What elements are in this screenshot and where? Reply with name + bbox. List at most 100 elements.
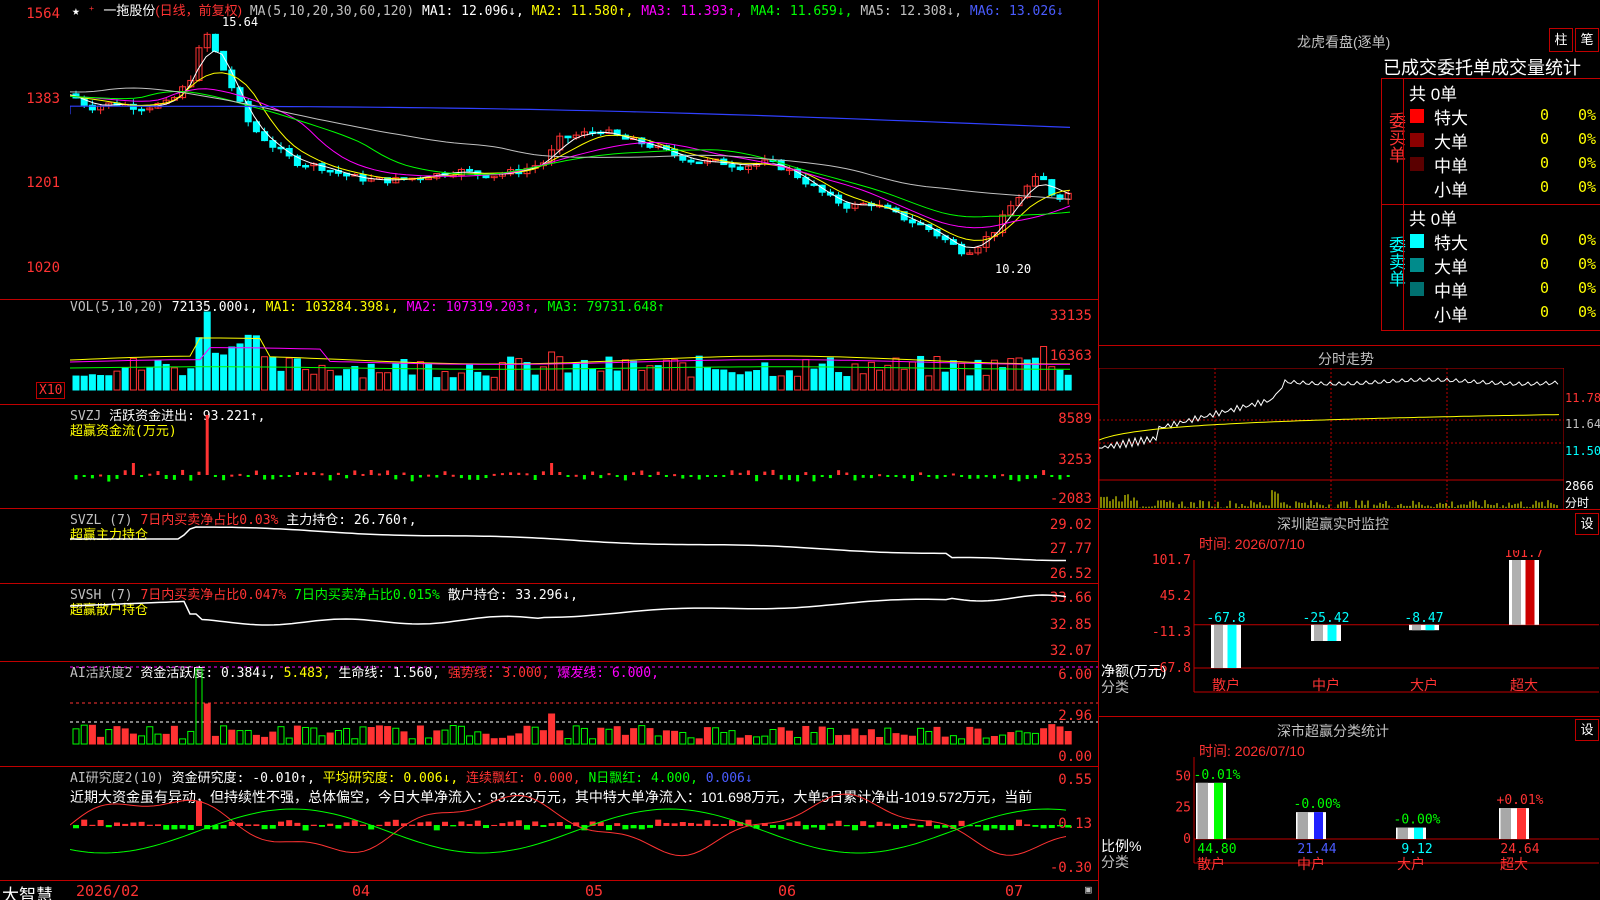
volume-bar <box>785 370 793 391</box>
svzj-bar <box>1033 475 1037 479</box>
volume-bar <box>794 375 802 391</box>
svzj-bar <box>402 472 406 475</box>
activity-bar <box>908 735 916 745</box>
fenshi-panel[interactable]: 分时走势 11.78 11.64 11.50 2866 分时 <box>1099 345 1600 510</box>
svzj-bar <box>500 473 504 476</box>
volume-bar <box>982 374 990 391</box>
research-bar <box>827 823 834 826</box>
svzj-bar <box>779 475 783 480</box>
monitor-chart[interactable]: 101.745.2-11.3-67.8-67.8散户-25.42中户-8.47大… <box>1099 550 1600 717</box>
classify-bar-accent <box>1214 782 1223 839</box>
volume-bar <box>269 357 277 391</box>
svsh-chart[interactable] <box>70 584 1098 662</box>
ai-activity-chart[interactable] <box>70 662 1098 767</box>
activity-bar <box>1023 732 1031 745</box>
volume-bar <box>408 374 416 391</box>
monitor-bar-shade <box>1314 624 1323 641</box>
volume-pane[interactable]: 33135 16363 X10 VOL(5,10,20) 72135.000↓,… <box>0 300 1098 405</box>
research-bar <box>138 821 145 826</box>
classify-bar-shade <box>1297 812 1308 839</box>
classify-panel[interactable]: 深市超赢分类统计 设 时间: 2026/07/10 7550250-0.01%4… <box>1099 717 1600 900</box>
lhb-tick-toggle[interactable]: 笔 <box>1575 28 1599 52</box>
kline-chart[interactable] <box>70 0 1098 300</box>
svzj-bar <box>812 475 816 482</box>
svzl-chart[interactable] <box>70 509 1098 584</box>
svzj-bar <box>320 473 324 476</box>
classify-settings-button[interactable]: 设 <box>1575 719 1599 741</box>
volume-bar <box>121 367 129 391</box>
monitor-category-label: 大户 <box>1410 677 1438 693</box>
volume-chart[interactable] <box>70 300 1098 405</box>
activity-bar <box>630 728 638 745</box>
svzj-pane[interactable]: 8589 3253 -2083 SVZJ 活跃资金进出: 93.221↑, 超赢… <box>0 405 1098 509</box>
brand-logo[interactable]: 大智慧 <box>2 881 53 900</box>
activity-bar <box>343 727 351 745</box>
volume-bar <box>531 374 539 391</box>
ai-activity-pane[interactable]: 6.00 2.96 0.00 AI活跃度2 资金活跃度: 0.384↓, 5.4… <box>0 662 1098 767</box>
fenshi-avg-line <box>1099 414 1560 441</box>
activity-bar <box>941 736 949 745</box>
classify-delta-label: +0.01% <box>1497 793 1544 808</box>
activity-bar <box>466 735 474 745</box>
svzj-bar <box>279 475 283 477</box>
lhb-row-name: 特大 <box>1434 234 1468 253</box>
activity-bar <box>1048 724 1056 745</box>
scroll-lock-icon[interactable]: ▣ <box>1085 883 1092 896</box>
volume-bar <box>835 372 843 391</box>
activity-bar <box>777 727 785 745</box>
classify-chart[interactable]: 7550250-0.01%44.80散户-0.00%21.44中户-0.00%9… <box>1099 757 1600 900</box>
svzl-pane[interactable]: 29.02 27.77 26.52 SVZL (7) 7日内买卖净占比0.03%… <box>0 509 1098 584</box>
svzj-bar <box>623 475 627 481</box>
lhb-bar-toggle[interactable]: 柱 <box>1549 28 1573 52</box>
lhb-subtitle: 已成交委托单成交量统计 <box>1383 58 1581 78</box>
activity-bar <box>449 725 457 745</box>
svzj-bar <box>787 475 791 481</box>
volume-bar <box>490 376 498 391</box>
volume-bar <box>220 354 228 391</box>
monitor-category-label: 中户 <box>1312 677 1340 693</box>
svzj-bar <box>140 475 144 477</box>
activity-bar <box>589 738 597 745</box>
svzj-bar <box>902 475 906 479</box>
svzj-bar <box>574 474 578 477</box>
research-bar <box>442 821 448 826</box>
activity-bar <box>285 737 293 745</box>
svzj-chart[interactable] <box>70 405 1098 509</box>
svzj-bar <box>599 475 603 479</box>
ai-research-chart[interactable] <box>70 767 1098 881</box>
activity-bar <box>507 735 515 745</box>
activity-bar <box>531 726 539 745</box>
fenshi-vol-max: 2866 <box>1565 479 1594 493</box>
fenshi-chart[interactable] <box>1099 368 1564 510</box>
research-bar <box>187 825 194 830</box>
research-bar <box>409 824 416 826</box>
ai-research-pane[interactable]: 0.55 0.13 -0.30 AI研究度2(10) 资金研究度: -0.010… <box>0 767 1098 881</box>
activity-bar <box>859 735 867 745</box>
volume-bar <box>851 363 859 391</box>
kline-pane[interactable]: 1564 1383 1201 1020 ★ ⁺ 一拖股份(日线，前复权) MA(… <box>0 0 1098 300</box>
svsh-pane[interactable]: 33.66 32.85 32.07 SVSH (7) 7日内买卖净占比0.047… <box>0 584 1098 662</box>
svzj-bar <box>123 470 127 475</box>
volume-bar <box>244 334 252 391</box>
classify-delta-label: -0.00% <box>1294 797 1341 812</box>
activity-bar <box>252 734 260 745</box>
activity-bar <box>974 728 982 745</box>
monitor-panel[interactable]: 深圳超赢实时监控 设 时间: 2026/07/10 101.7 45.2 -11.3… <box>1099 510 1600 717</box>
monitor-settings-button[interactable]: 设 <box>1575 513 1599 535</box>
price-axis-1: 1564 <box>26 6 60 22</box>
research-bar <box>565 825 571 829</box>
research-bar <box>811 825 817 828</box>
ma5-line <box>70 87 1071 200</box>
lhb-row-name: 小单 <box>1434 306 1468 325</box>
lhb-row-name: 中单 <box>1434 282 1468 301</box>
research-bar <box>647 825 653 828</box>
research-bar <box>622 825 629 830</box>
activity-bar <box>490 738 498 745</box>
volume-bar <box>170 367 178 391</box>
volume-bar <box>695 355 703 391</box>
volume-bar <box>892 357 900 391</box>
research-bar <box>671 823 678 826</box>
research-bar <box>893 825 899 830</box>
classify-axis-tick: 0 <box>1183 832 1191 847</box>
candle-body <box>564 135 572 139</box>
